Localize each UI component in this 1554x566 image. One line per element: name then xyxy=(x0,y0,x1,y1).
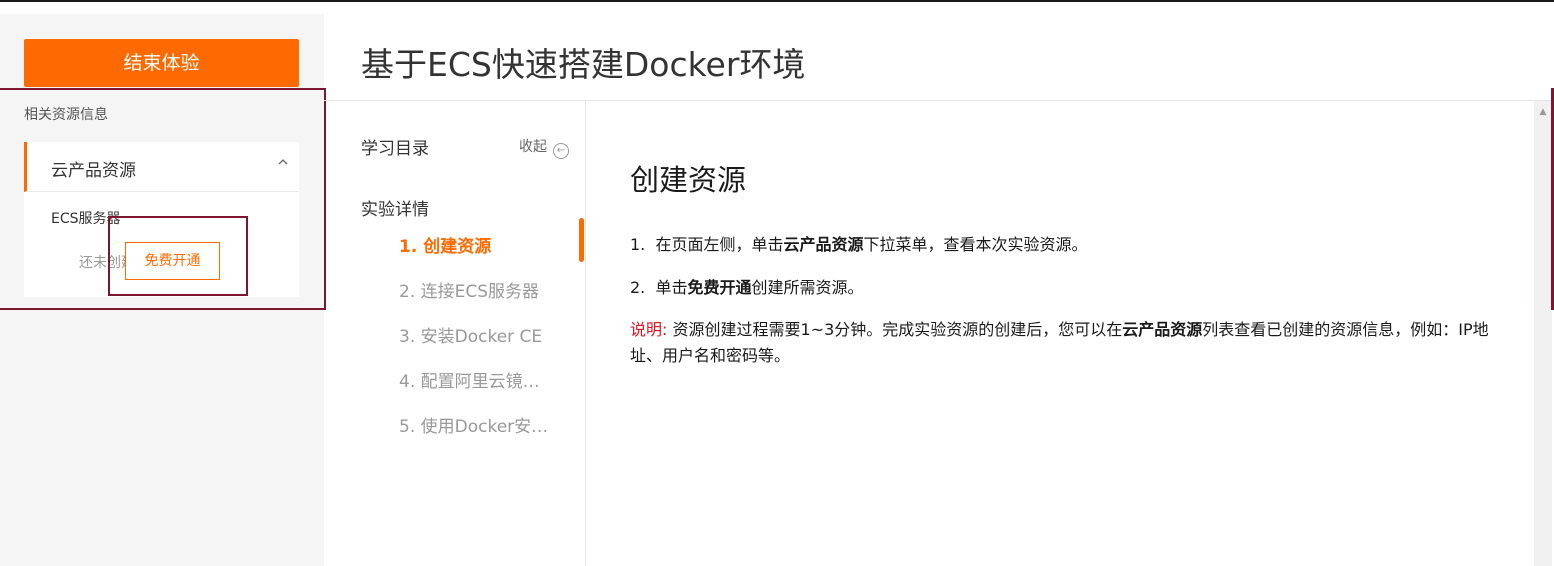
resource-info-title: 相关资源信息 xyxy=(24,107,108,123)
note-body: 资源创建过程需要1~3分钟。完成实验资源的创建后，您可以在 xyxy=(672,320,1123,339)
resource-info-panel: 相关资源信息 云产品资源 ECS服务器 还未创建 免费开通 xyxy=(0,88,326,310)
free-activate-button[interactable]: 免费开通 xyxy=(125,242,220,280)
step-2-tail: 创建所需资源。 xyxy=(751,278,864,297)
left-panel: 结束体验 相关资源信息 云产品资源 ECS服务器 还未创建 免费开通 xyxy=(0,14,326,566)
toc-item-connect-ecs[interactable]: 2. 连接ECS服务器 xyxy=(399,277,539,302)
step-1: 1. 在页面左侧，单击云产品资源下拉菜单，查看本次实验资源。 xyxy=(630,231,1087,255)
step-2-number: 2. xyxy=(630,278,646,297)
toc-item-configure-mirror[interactable]: 4. 配置阿里云镜… xyxy=(399,367,540,392)
toc-item-use-docker[interactable]: 5. 使用Docker安… xyxy=(399,412,548,437)
toc-item-install-docker[interactable]: 3. 安装Docker CE xyxy=(399,322,542,347)
top-band xyxy=(0,2,1554,14)
step-2: 2. 单击免费开通创建所需资源。 xyxy=(630,274,863,298)
chevron-up-icon[interactable] xyxy=(277,156,289,172)
toc-panel: 学习目录 收起 ← 实验详情 1. 创建资源 2. 连接ECS服务器 3. 安装D… xyxy=(324,101,586,566)
toc-heading: 学习目录 xyxy=(361,139,429,159)
section-title: 创建资源 xyxy=(630,163,747,197)
collapse-button[interactable]: 收起 ← xyxy=(519,136,569,159)
step-1-text: 在页面左侧，单击 xyxy=(655,235,784,254)
step-1-tail: 下拉菜单，查看本次实验资源。 xyxy=(863,235,1088,254)
note-label: 说明: xyxy=(630,320,668,339)
toc-active-indicator xyxy=(579,218,584,262)
page-title: 基于ECS快速搭建Docker环境 xyxy=(361,45,806,84)
toc-item-create-resources[interactable]: 1. 创建资源 xyxy=(399,232,491,257)
collapse-label: 收起 xyxy=(519,139,547,155)
free-activate-highlight: 免费开通 xyxy=(108,216,248,296)
step-2-text: 单击 xyxy=(655,278,688,297)
cloud-resource-dropdown[interactable]: 云产品资源 xyxy=(24,142,299,192)
main-content: 创建资源 1. 在页面左侧，单击云产品资源下拉菜单，查看本次实验资源。 2. 单… xyxy=(587,101,1535,566)
note-bold: 云产品资源 xyxy=(1122,320,1203,339)
end-experience-button[interactable]: 结束体验 xyxy=(24,39,299,87)
toc-section-title: 实验详情 xyxy=(361,200,429,220)
step-1-bold: 云产品资源 xyxy=(783,235,864,254)
content-scrollbar[interactable]: ▲ xyxy=(1534,101,1552,566)
step-1-number: 1. xyxy=(630,235,646,254)
step-2-bold: 免费开通 xyxy=(687,278,752,297)
arrow-left-circle-icon: ← xyxy=(553,143,569,159)
note-text: 说明: 资源创建过程需要1~3分钟。完成实验资源的创建后，您可以在云产品资源列表… xyxy=(630,317,1500,369)
cloud-resource-title: 云产品资源 xyxy=(51,161,136,181)
scroll-up-icon[interactable]: ▲ xyxy=(1534,105,1552,119)
